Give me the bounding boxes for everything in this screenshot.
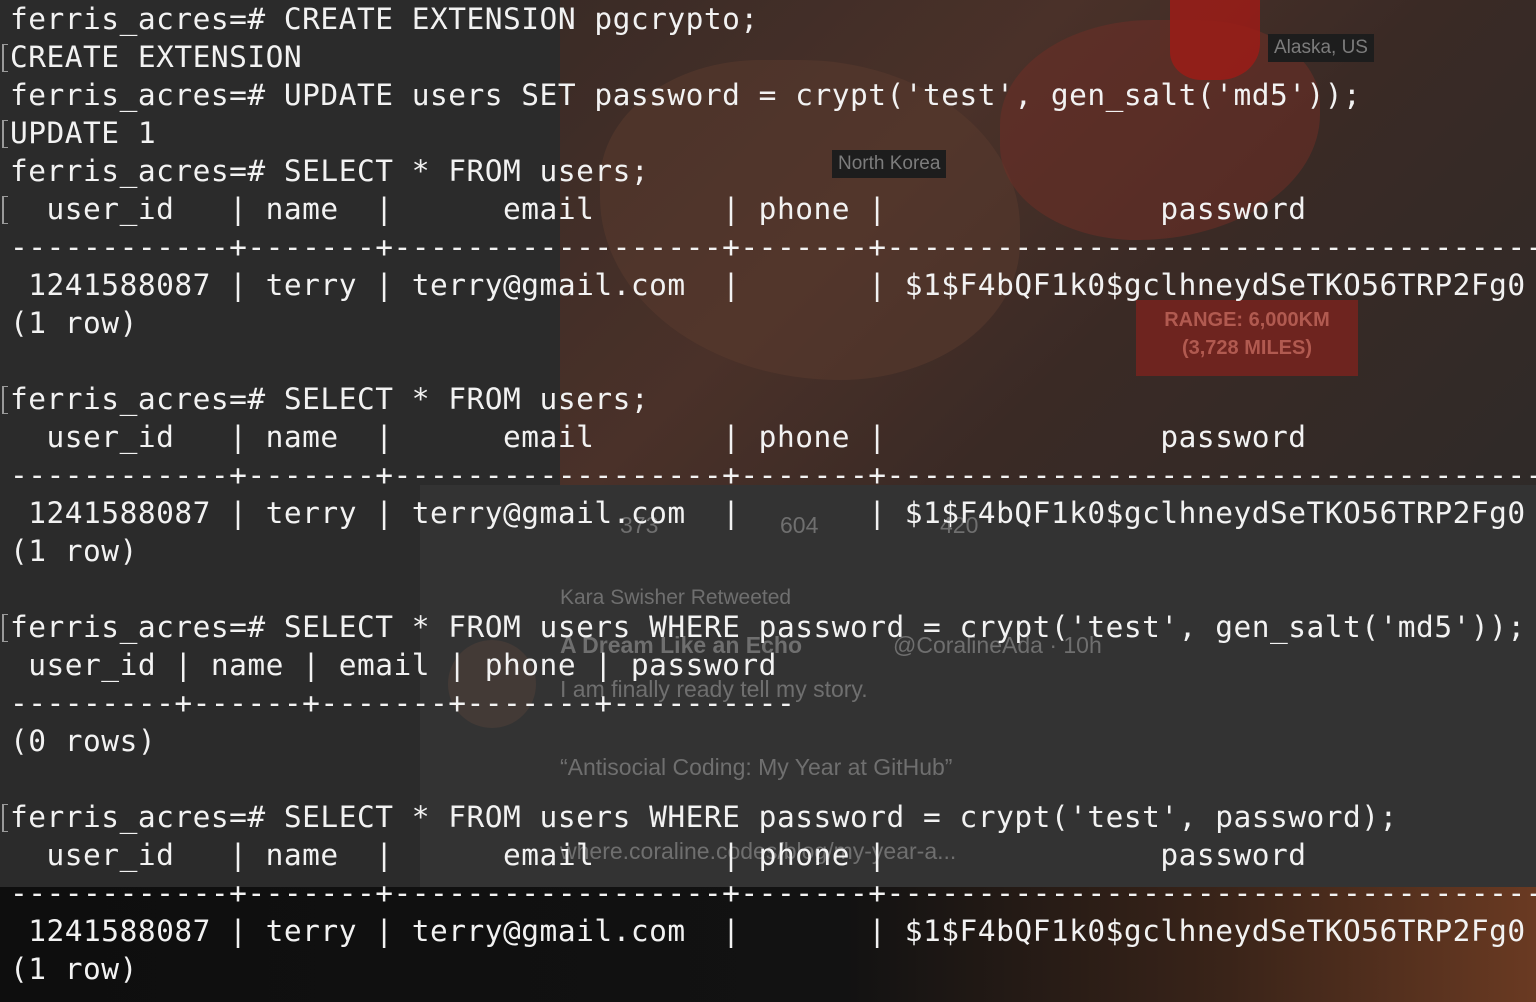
map-range-box: RANGE: 6,000KM (3,728 MILES) bbox=[1136, 300, 1358, 376]
command-mark bbox=[2, 614, 8, 642]
table-separator: ------------+-------+------------------+… bbox=[10, 458, 1536, 492]
table-header: user_id | name | email | phone | passwor… bbox=[10, 420, 1307, 454]
table-row: 1241588087 | terry | terry@gmail.com | |… bbox=[10, 914, 1526, 948]
command-mark bbox=[2, 196, 8, 224]
terminal-line-prompt: ferris_acres=# SELECT * FROM users WHERE… bbox=[10, 800, 1398, 834]
command-mark bbox=[2, 120, 8, 148]
row-count: (1 row) bbox=[10, 306, 138, 340]
tweet-retweeted-by: Kara Swisher Retweeted bbox=[560, 586, 792, 609]
map-alaska-region bbox=[1170, 0, 1260, 80]
terminal-line-output: UPDATE 1 bbox=[10, 116, 157, 150]
row-count: (0 rows) bbox=[10, 724, 157, 758]
terminal-line-prompt: ferris_acres=# SELECT * FROM users; bbox=[10, 154, 650, 188]
row-count: (1 row) bbox=[10, 534, 138, 568]
terminal-line-output: CREATE EXTENSION bbox=[10, 40, 303, 74]
table-row: 1241588087 | terry | terry@gmail.com | |… bbox=[10, 496, 1526, 530]
table-separator: ---------+------+-------+-------+-------… bbox=[10, 686, 796, 720]
table-header: user_id | name | email | phone | passwor… bbox=[10, 648, 777, 682]
range-line-2: (3,728 MILES) bbox=[1181, 337, 1313, 359]
command-mark bbox=[2, 44, 8, 72]
map-label-alaska: Alaska, US bbox=[1268, 34, 1374, 62]
terminal-line-prompt: ferris_acres=# SELECT * FROM users WHERE… bbox=[10, 610, 1526, 644]
tweet-quote: “Antisocial Coding: My Year at GitHub” bbox=[560, 754, 953, 780]
table-separator: ------------+-------+------------------+… bbox=[10, 230, 1536, 264]
table-header: user_id | name | email | phone | passwor… bbox=[10, 838, 1307, 872]
table-separator: ------------+-------+------------------+… bbox=[10, 876, 1536, 910]
row-count: (1 row) bbox=[10, 952, 138, 986]
table-header: user_id | name | email | phone | passwor… bbox=[10, 192, 1307, 226]
command-mark bbox=[2, 804, 8, 832]
command-mark bbox=[2, 386, 8, 414]
terminal-line-prompt: ferris_acres=# UPDATE users SET password… bbox=[10, 78, 1362, 112]
range-line-1: RANGE: 6,000KM bbox=[1164, 309, 1330, 331]
map-label-north-korea: North Korea bbox=[832, 150, 947, 178]
table-row: 1241588087 | terry | terry@gmail.com | |… bbox=[10, 268, 1526, 302]
terminal-line-prompt: ferris_acres=# SELECT * FROM users; bbox=[10, 382, 650, 416]
terminal-line-prompt: ferris_acres=# CREATE EXTENSION pgcrypto… bbox=[10, 2, 759, 36]
